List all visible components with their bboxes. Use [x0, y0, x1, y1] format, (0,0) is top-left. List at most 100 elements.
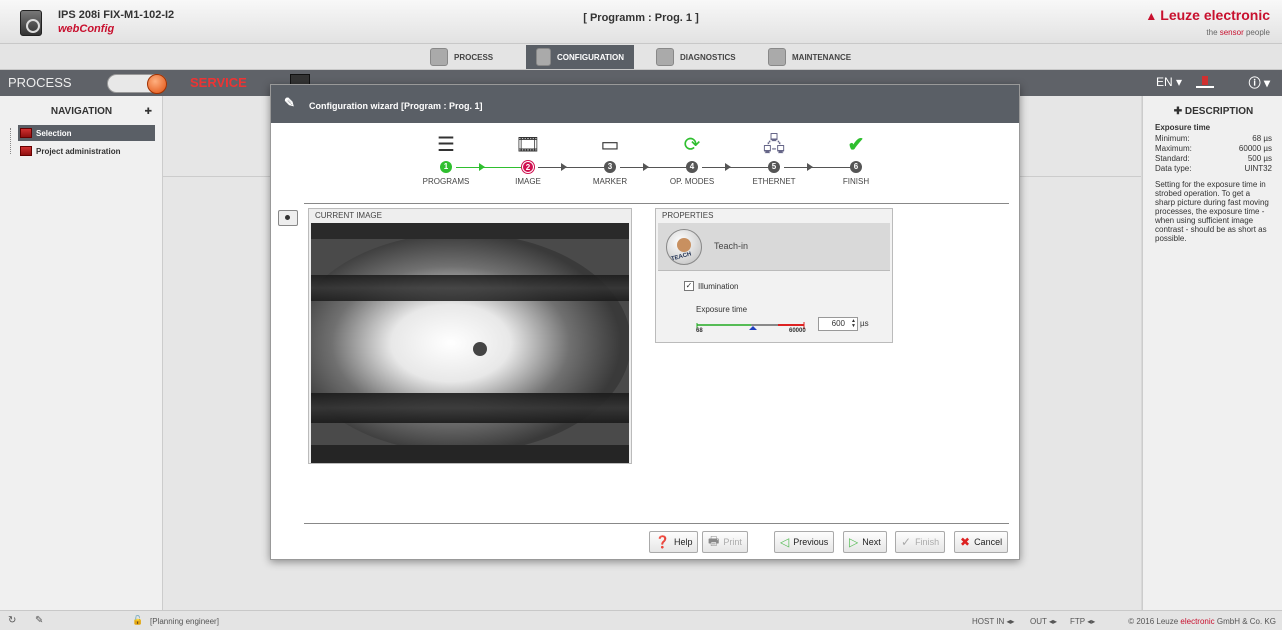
configuration-gear-icon: [536, 48, 552, 66]
desc-value: UINT32: [1244, 164, 1272, 173]
tab-maintenance[interactable]: MAINTENANCE: [758, 45, 861, 69]
tab-label: DIAGNOSTICS: [680, 52, 736, 62]
button-label: Print: [723, 537, 742, 547]
step-ethernet[interactable]: 🖧 5 ETHERNET: [739, 133, 809, 186]
nav-item-label: Project administration: [36, 146, 121, 156]
desc-key: Minimum:: [1155, 134, 1190, 143]
current-image-label: CURRENT IMAGE: [315, 211, 382, 220]
copyright-prefix: © 2016 Leuze: [1128, 617, 1181, 626]
step-label: ETHERNET: [752, 177, 796, 186]
tab-configuration[interactable]: CONFIGURATION: [526, 45, 634, 69]
tab-process[interactable]: PROCESS: [420, 45, 503, 69]
arrow-right-icon: ▷: [849, 535, 859, 549]
info-symbol: ⓘ: [1248, 76, 1261, 90]
slider-max: 60000: [789, 328, 806, 334]
button-label: Cancel: [974, 537, 1003, 547]
divider: [304, 203, 1009, 204]
ftp-label: FTP: [1070, 617, 1085, 626]
checkmark-icon: ✔: [847, 134, 865, 156]
settings-icon[interactable]: [1194, 73, 1216, 93]
step-marker[interactable]: ▭ 3 MARKER: [575, 133, 645, 186]
exposure-unit: µs: [860, 319, 869, 328]
step-op-modes[interactable]: ⟳ 4 OP. MODES: [657, 133, 727, 186]
button-label: Previous: [793, 537, 829, 547]
step-label: FINISH: [842, 177, 870, 186]
divider: [304, 523, 1009, 524]
previous-button[interactable]: ◁ Previous: [774, 531, 835, 553]
program-title: [ Programm : Prog. 1 ]: [583, 12, 699, 24]
spinner-arrows-icon[interactable]: ▲ ▼: [848, 319, 856, 329]
tab-label: PROCESS: [454, 52, 494, 62]
slider-thumb[interactable]: [749, 326, 757, 330]
camera-icon[interactable]: [278, 210, 298, 226]
desc-key: Standard:: [1155, 154, 1190, 163]
refresh-icon[interactable]: ↻: [8, 615, 16, 626]
copyright-suffix: GmbH & Co. KG: [1214, 617, 1276, 626]
navigation-panel: NAVIGATION ✚ Selection Project administr…: [0, 96, 163, 610]
cycle-icon: ⟳: [683, 134, 701, 156]
tab-diagnostics[interactable]: DIAGNOSTICS: [646, 45, 746, 69]
button-label: Help: [673, 537, 693, 547]
pin-icon[interactable]: ✚: [144, 106, 152, 117]
logo-triangle-icon: ▲: [1145, 9, 1158, 23]
nav-item-selection[interactable]: Selection: [18, 125, 155, 141]
host-in-label: HOST IN: [972, 617, 1005, 626]
host-in-status: HOST IN ◂▸: [972, 617, 1015, 626]
network-icon: 🖧: [762, 134, 786, 156]
finish-button[interactable]: ✓ Finish: [895, 531, 946, 553]
illumination-label: Illumination: [698, 281, 739, 291]
app-name: webConfig: [58, 23, 115, 35]
teach-in-button[interactable]: TEACH: [666, 229, 702, 265]
tagline-prefix: the: [1206, 28, 1220, 37]
tagline-highlight: sensor: [1219, 28, 1244, 37]
info-icon[interactable]: ⓘ ▾: [1249, 74, 1270, 91]
language-selector[interactable]: EN ▾: [1156, 75, 1182, 89]
properties-label: PROPERTIES: [662, 211, 714, 220]
mode-toggle[interactable]: [107, 74, 167, 94]
pin-icon[interactable]: ✚: [1174, 106, 1185, 117]
desc-key: Data type:: [1155, 164, 1192, 173]
help-button[interactable]: ❓ Help: [649, 531, 699, 553]
step-label: MARKER: [592, 177, 628, 186]
step-number: 3: [604, 161, 616, 173]
wrench-icon: [768, 48, 786, 66]
description-text: Setting for the exposure time in strobed…: [1155, 180, 1269, 243]
checkmark-icon: ✓: [901, 535, 912, 549]
chevron-down-icon: ▾: [1175, 75, 1182, 89]
step-label: IMAGE: [515, 177, 541, 186]
main-tabs: PROCESS CONFIGURATION DIAGNOSTICS MAINTE…: [0, 44, 1282, 70]
step-number: 5: [768, 161, 780, 173]
top-header: IPS 208i FIX-M1-102-I2 webConfig [ Progr…: [0, 0, 1282, 44]
step-image[interactable]: 🎞 2 IMAGE: [493, 133, 563, 186]
button-label: Finish: [915, 537, 940, 547]
desc-row-maximum: Maximum: 60000 µs: [1155, 144, 1272, 154]
properties-panel: PROPERTIES TEACH Teach-in ✓ Illumination…: [655, 208, 893, 343]
step-finish[interactable]: ✔ 6 FINISH: [821, 133, 891, 186]
wizard-steps: ☰ 1 PROGRAMS 🎞 2 IMAGE ▭ 3 MARKER ⟳ 4 OP…: [411, 133, 881, 203]
print-button[interactable]: 🖶 Print: [702, 531, 748, 553]
navigation-title: NAVIGATION: [50, 106, 113, 117]
illumination-checkbox[interactable]: ✓: [684, 281, 694, 291]
desc-row-minimum: Minimum: 68 µs: [1155, 134, 1272, 144]
exposure-input[interactable]: 600 ▲ ▼: [818, 317, 858, 331]
description-panel: ✚ DESCRIPTION Exposure time Minimum: 68 µ…: [1142, 96, 1282, 610]
teach-badge: TEACH: [670, 251, 693, 263]
slider-min: 68: [696, 328, 703, 334]
ftp-status: FTP ◂▸: [1070, 617, 1096, 626]
desc-row-datatype: Data type: UINT32: [1155, 164, 1272, 174]
lock-icon[interactable]: 🔓: [132, 615, 143, 626]
teach-in-label: Teach-in: [714, 241, 749, 251]
description-title: ✚ DESCRIPTION: [1155, 106, 1272, 117]
stethoscope-icon: [656, 48, 674, 66]
mode-process-label: PROCESS: [8, 75, 72, 90]
desc-value: 500 µs: [1247, 154, 1272, 163]
pencil-icon[interactable]: ✎: [35, 615, 43, 626]
button-label: Next: [862, 537, 881, 547]
cancel-button[interactable]: ✖ Cancel: [954, 531, 1009, 553]
step-programs[interactable]: ☰ 1 PROGRAMS: [411, 133, 481, 186]
desc-key: Maximum:: [1155, 144, 1192, 153]
next-button[interactable]: ▷ Next: [843, 531, 887, 553]
nav-item-project-administration[interactable]: Project administration: [18, 143, 120, 159]
desc-value: 68 µs: [1252, 134, 1272, 143]
tab-label: CONFIGURATION: [557, 52, 624, 62]
